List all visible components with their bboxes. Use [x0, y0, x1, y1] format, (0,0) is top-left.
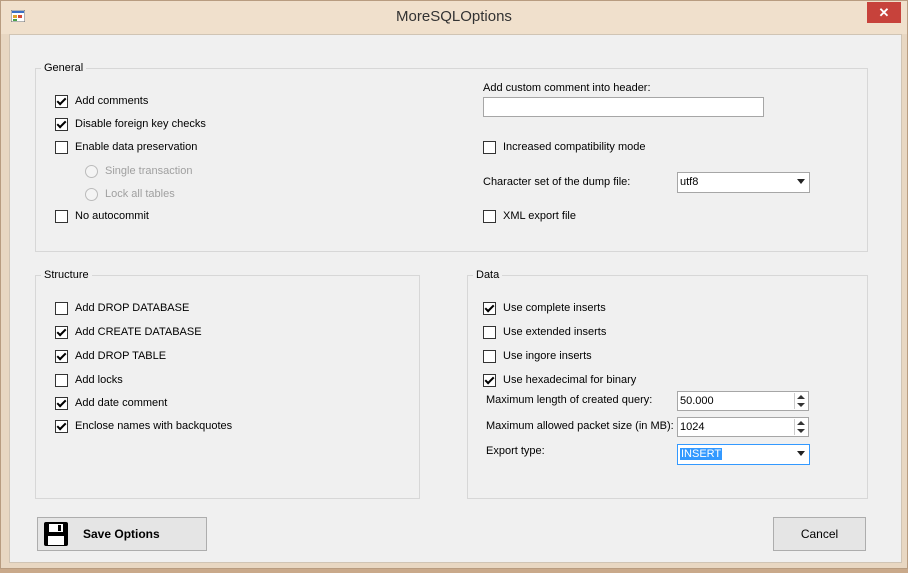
checkbox-label: Add DROP TABLE: [75, 350, 167, 362]
data-legend: Data: [476, 269, 500, 281]
max-packet-value: 1024: [680, 421, 705, 433]
max-packet-label: Maximum allowed packet size (in MB):: [486, 420, 674, 432]
no-autocommit-checkbox[interactable]: No autocommit: [55, 208, 149, 224]
checkbox-label: Disable foreign key checks: [75, 118, 206, 130]
max-query-label: Maximum length of created query:: [486, 394, 653, 406]
checkbox-box[interactable]: [55, 301, 68, 315]
general-legend: General: [44, 62, 84, 74]
checkbox-label: Use hexadecimal for binary: [503, 374, 637, 386]
checkbox-label: Use ingore inserts: [503, 350, 592, 362]
custom-comment-input[interactable]: [483, 97, 764, 117]
checkbox-label: Enable data preservation: [75, 141, 198, 153]
checkbox-box[interactable]: [483, 301, 496, 315]
chevron-down-icon[interactable]: [797, 179, 805, 184]
checkbox-label: Add CREATE DATABASE: [75, 326, 202, 338]
enclose-backquotes-checkbox[interactable]: Enclose names with backquotes: [55, 418, 232, 434]
checkbox-box[interactable]: [55, 396, 68, 410]
save-options-label: Save Options: [83, 527, 160, 541]
checkbox-box[interactable]: [55, 325, 68, 339]
checkbox-box[interactable]: [55, 117, 68, 131]
charset-value: utf8: [680, 176, 699, 188]
title-bar[interactable]: MoreSQLOptions ✕: [1, 1, 907, 34]
add-date-comment-checkbox[interactable]: Add date comment: [55, 395, 167, 411]
general-group: General: [35, 62, 868, 252]
xml-export-checkbox[interactable]: XML export file: [483, 208, 576, 224]
checkbox-label: No autocommit: [75, 210, 149, 222]
checkbox-box[interactable]: [55, 419, 68, 433]
save-options-button[interactable]: Save Options: [37, 517, 207, 551]
checkbox-label: Use complete inserts: [503, 302, 606, 314]
client-area: General Add comments Disable foreign key…: [9, 34, 902, 563]
checkbox-box[interactable]: [483, 209, 496, 223]
custom-comment-label: Add custom comment into header:: [483, 82, 651, 94]
spin-buttons[interactable]: [794, 419, 807, 435]
radio-circle: [85, 164, 98, 178]
charset-label: Character set of the dump file:: [483, 176, 631, 188]
checkbox-box[interactable]: [55, 140, 68, 154]
add-comments-checkbox[interactable]: Add comments: [55, 93, 148, 109]
max-query-stepper[interactable]: 50.000: [677, 391, 809, 411]
checkbox-label: Add locks: [75, 374, 123, 386]
floppy-disk-icon: [44, 522, 68, 546]
radio-label: Lock all tables: [105, 188, 175, 200]
checkbox-box[interactable]: [55, 349, 68, 363]
checkbox-box[interactable]: [483, 140, 496, 154]
spin-buttons[interactable]: [794, 393, 807, 409]
lock-all-tables-radio: Lock all tables: [85, 186, 175, 202]
window-title: MoreSQLOptions: [396, 8, 512, 25]
chevron-up-icon[interactable]: [797, 395, 805, 399]
complete-inserts-checkbox[interactable]: Use complete inserts: [483, 300, 606, 316]
checkbox-label: Enclose names with backquotes: [75, 420, 233, 432]
radio-label: Single transaction: [105, 165, 193, 177]
checkbox-box[interactable]: [483, 325, 496, 339]
add-create-database-checkbox[interactable]: Add CREATE DATABASE: [55, 324, 202, 340]
checkbox-box[interactable]: [55, 373, 68, 387]
single-transaction-radio: Single transaction: [85, 163, 192, 179]
chevron-up-icon[interactable]: [797, 421, 805, 425]
chevron-down-icon[interactable]: [797, 429, 805, 433]
close-icon: ✕: [878, 5, 890, 20]
add-drop-table-checkbox[interactable]: Add DROP TABLE: [55, 348, 166, 364]
cancel-label: Cancel: [800, 527, 839, 541]
radio-circle: [85, 187, 98, 201]
checkbox-label: Add comments: [75, 95, 149, 107]
checkbox-label: XML export file: [503, 210, 576, 222]
structure-legend: Structure: [44, 269, 89, 281]
checkbox-label: Add date comment: [75, 397, 168, 409]
chevron-down-icon[interactable]: [797, 451, 805, 456]
chevron-down-icon[interactable]: [797, 403, 805, 407]
checkbox-label: Add DROP DATABASE: [75, 302, 190, 314]
add-locks-checkbox[interactable]: Add locks: [55, 372, 123, 388]
charset-select[interactable]: utf8: [677, 172, 810, 193]
add-drop-database-checkbox[interactable]: Add DROP DATABASE: [55, 300, 189, 316]
export-type-value: INSERT: [680, 448, 723, 460]
close-button[interactable]: ✕: [867, 2, 901, 23]
max-packet-stepper[interactable]: 1024: [677, 417, 809, 437]
checkbox-label: Use extended inserts: [503, 326, 607, 338]
checkbox-box[interactable]: [55, 94, 68, 108]
disable-fk-checks-checkbox[interactable]: Disable foreign key checks: [55, 116, 206, 132]
checkbox-box[interactable]: [483, 349, 496, 363]
checkbox-box[interactable]: [55, 209, 68, 223]
enable-data-preservation-checkbox[interactable]: Enable data preservation: [55, 139, 197, 155]
dialog-window: MoreSQLOptions ✕ General Add comments Di…: [0, 0, 908, 569]
checkbox-box[interactable]: [483, 373, 496, 387]
export-type-select[interactable]: INSERT: [677, 444, 810, 465]
export-type-label: Export type:: [486, 445, 545, 457]
cancel-button[interactable]: Cancel: [773, 517, 866, 551]
hex-binary-checkbox[interactable]: Use hexadecimal for binary: [483, 372, 636, 388]
max-query-value: 50.000: [680, 395, 714, 407]
increased-compat-checkbox[interactable]: Increased compatibility mode: [483, 139, 645, 155]
extended-inserts-checkbox[interactable]: Use extended inserts: [483, 324, 606, 340]
ignore-inserts-checkbox[interactable]: Use ingore inserts: [483, 348, 592, 364]
checkbox-label: Increased compatibility mode: [503, 141, 646, 153]
